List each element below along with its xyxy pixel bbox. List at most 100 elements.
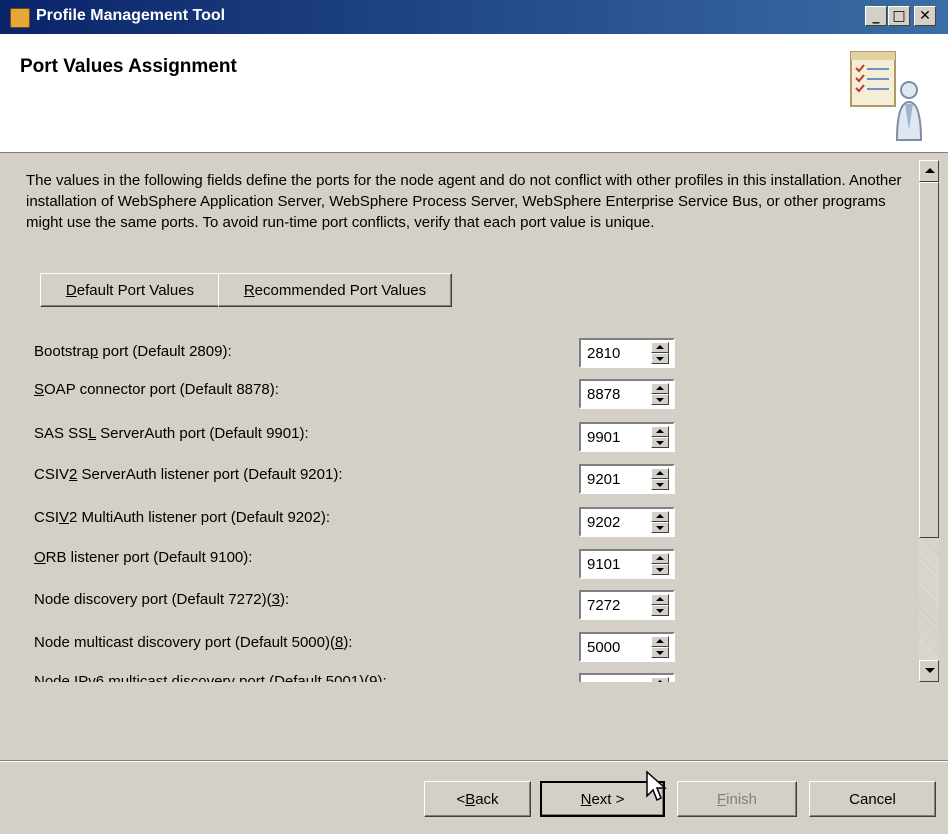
maximize-icon: □ [892,8,906,24]
increment-arrow-icon[interactable] [651,342,669,353]
label-part: Node discovery port (Default 7272)( [34,591,272,608]
back-button[interactable]: < Back [424,781,531,817]
title-bar: Profile Management Tool _ □ ✕ [0,0,948,34]
button-label: Cancel [849,790,896,808]
label-part: ServerAuth port (Default 9901): [96,425,309,442]
button-label-part: < [456,790,466,808]
button-mnemonic: N [580,790,592,808]
node-multicast-port-value[interactable]: 5000 [587,639,620,656]
recommended-port-values-button[interactable]: Recommended Port Values [218,273,452,307]
button-label-part: ecommended Port Values [254,281,427,299]
decrement-arrow-icon[interactable] [651,605,669,616]
button-mnemonic: F [716,790,727,808]
page-title: Port Values Assignment [20,56,237,77]
app-icon [10,8,30,28]
label-mnemonic: L [88,425,96,442]
soap-connector-port-label: SOAP connector port (Default 8878): [34,381,279,398]
description-text: The values in the following fields defin… [26,172,902,231]
increment-arrow-icon[interactable] [651,594,669,605]
label-part: Bootstra [34,343,90,360]
close-button[interactable]: ✕ [914,6,936,26]
label-part: RB listener port (Default 9100): [45,549,253,566]
orb-listener-port-label: ORB listener port (Default 9100): [34,549,252,566]
label-part: ): [343,634,353,651]
soap-connector-port-value[interactable]: 8878 [587,386,620,403]
csiv2-multiauth-port-value[interactable]: 9202 [587,514,620,531]
label-part: CSI [34,509,60,526]
maximize-button[interactable]: □ [888,6,910,26]
label-part: CSIV [34,466,70,483]
default-port-values-button[interactable]: Default Port Values [40,273,220,307]
minimize-button[interactable]: _ [865,6,887,26]
decrement-arrow-icon[interactable] [651,479,669,490]
decrement-arrow-icon[interactable] [651,394,669,405]
button-mnemonic: D [65,281,77,299]
csiv2-serverauth-port-label: CSIV2 ServerAuth listener port (Default … [34,466,343,483]
label-part: Node IPv6 multicast discovery port (Defa… [34,673,387,682]
label-mnemonic: O [34,549,46,566]
label-part: 2 MultiAuth listener port (Default 9202)… [69,509,330,526]
label-part: OAP connector port (Default 8878): [44,381,279,398]
window-title: Profile Management Tool [36,7,226,24]
button-mnemonic: B [465,790,476,808]
scroll-up-arrow-icon[interactable] [919,160,939,182]
scroll-down-arrow-icon[interactable] [919,660,939,682]
button-label-part: ext > [591,790,625,808]
node-discovery-port-label: Node discovery port (Default 7272)(3): [34,591,289,608]
bootstrap-port-spinner[interactable]: 2810 [579,338,675,368]
increment-arrow-icon[interactable] [651,468,669,479]
sas-ssl-port-value[interactable]: 9901 [587,429,620,446]
bootstrap-port-label: Bootstrap port (Default 2809): [34,343,232,360]
orb-listener-port-spinner[interactable]: 9101 [579,549,675,579]
button-label-part: efault Port Values [76,281,195,299]
increment-arrow-icon[interactable] [651,636,669,647]
increment-arrow-icon[interactable] [651,383,669,394]
csiv2-multiauth-port-label: CSIV2 MultiAuth listener port (Default 9… [34,509,330,526]
sas-ssl-port-label: SAS SSL ServerAuth port (Default 9901): [34,425,309,442]
decrement-arrow-icon[interactable] [651,437,669,448]
label-mnemonic: S [34,381,45,398]
wizard-header: Port Values Assignment [0,34,948,153]
close-icon: ✕ [919,8,931,24]
label-part: ServerAuth listener port (Default 9201): [77,466,343,483]
decrement-arrow-icon[interactable] [651,564,669,575]
label-part: port (Default 2809): [98,343,232,360]
port-values-panel: The values in the following fields defin… [18,160,918,682]
mouse-pointer-icon [646,770,667,802]
node-ipv6-multicast-port-label: Node IPv6 multicast discovery port (Defa… [34,673,387,682]
label-mnemonic: V [59,509,70,526]
sas-ssl-port-spinner[interactable]: 9901 [579,422,675,452]
minimize-icon: _ [872,8,880,24]
node-multicast-port-label: Node multicast discovery port (Default 5… [34,634,352,651]
label-mnemonic: p [89,343,99,360]
soap-connector-port-spinner[interactable]: 8878 [579,379,675,409]
footer-separator [0,760,948,762]
increment-arrow-icon[interactable] [651,553,669,564]
button-mnemonic: R [243,281,255,299]
vertical-scrollbar[interactable] [919,160,939,682]
decrement-arrow-icon[interactable] [651,522,669,533]
label-part: ): [279,591,290,608]
node-discovery-port-spinner[interactable]: 7272 [579,590,675,620]
decrement-arrow-icon[interactable] [651,353,669,364]
node-discovery-port-value[interactable]: 7272 [587,597,620,614]
increment-arrow-icon[interactable] [651,511,669,522]
node-ipv6-multicast-port-spinner[interactable] [579,673,675,682]
bootstrap-port-value[interactable]: 2810 [587,345,620,362]
label-part: SAS SS [34,425,89,442]
finish-button[interactable]: Finish [677,781,797,817]
label-part: Node multicast discovery port (Default 5… [34,634,335,651]
decrement-arrow-icon[interactable] [651,647,669,658]
csiv2-serverauth-port-value[interactable]: 9201 [587,471,620,488]
orb-listener-port-value[interactable]: 9101 [587,556,620,573]
cancel-button[interactable]: Cancel [809,781,936,817]
increment-arrow-icon[interactable] [651,677,669,682]
button-label-part: ack [475,790,499,808]
node-multicast-port-spinner[interactable]: 5000 [579,632,675,662]
increment-arrow-icon[interactable] [651,426,669,437]
scrollbar-thumb[interactable] [919,182,939,538]
csiv2-multiauth-port-spinner[interactable]: 9202 [579,507,675,537]
csiv2-serverauth-port-spinner[interactable]: 9201 [579,464,675,494]
wizard-checklist-icon [850,51,923,141]
label-mnemonic: 3 [271,591,280,608]
